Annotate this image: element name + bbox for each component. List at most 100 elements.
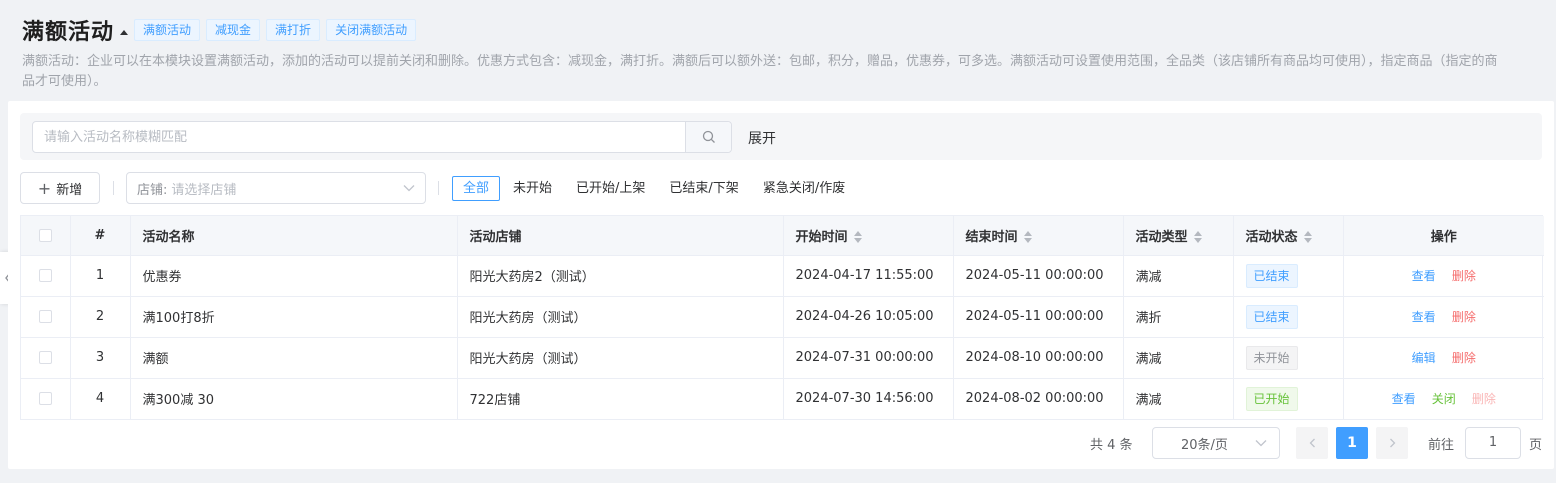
row-end: 2024-08-10 00:00:00 (953, 337, 1124, 379)
row-select-cell (21, 337, 71, 379)
row-checkbox[interactable] (38, 310, 52, 323)
filter-started[interactable]: 已开始/上架 (565, 176, 656, 201)
page-unit-label: 页 (1529, 438, 1543, 453)
page-header: 满额活动 满额活动 减现金 满打折 关闭满额活动 满额活动：企业可以在本模块设置… (0, 0, 1556, 100)
toolbar: + 新增 店铺: 请选择店铺 全部 未开始 已开始/上架 已结束/下架 紧急关闭… (20, 172, 1542, 204)
caret-up-icon[interactable] (120, 29, 129, 35)
page-title: 满额活动 (22, 20, 115, 45)
status-badge: 未开始 (1245, 345, 1298, 370)
status-badge: 已开始 (1245, 386, 1298, 411)
add-button[interactable]: + 新增 (20, 172, 100, 204)
col-end-time-label: 结束时间 (965, 229, 1018, 245)
pagination: 共 4 条 20条/页 1 前往 1 页 (8, 427, 1554, 459)
row-checkbox[interactable] (38, 392, 52, 406)
row-index: 2 (70, 296, 131, 338)
col-start-time-label: 开始时间 (795, 229, 848, 245)
sort-icon[interactable] (1023, 231, 1032, 244)
row-store: 阳光大药房（测试） (457, 296, 784, 338)
col-start-time[interactable]: 开始时间 (783, 216, 954, 256)
filter-ended[interactable]: 已结束/下架 (658, 176, 749, 201)
table-row: 2 满100打8折 阳光大药房（测试） 2024-04-26 10:05:00 … (21, 296, 1544, 338)
row-start: 2024-04-26 10:05:00 (783, 296, 954, 338)
close-button[interactable]: 关闭 (1432, 392, 1456, 406)
delete-button[interactable]: 删除 (1452, 269, 1476, 283)
row-index: 4 (70, 378, 131, 419)
select-all-checkbox[interactable] (38, 228, 52, 242)
search-panel: 展开 (20, 113, 1542, 160)
col-status-label: 活动状态 (1245, 229, 1298, 245)
row-name: 满300减 30 (130, 378, 458, 419)
store-select[interactable]: 店铺: 请选择店铺 (126, 172, 426, 204)
row-status-cell: 已开始 (1233, 378, 1344, 419)
row-index: 3 (70, 337, 131, 379)
col-type[interactable]: 活动类型 (1123, 216, 1234, 256)
view-button[interactable]: 查看 (1412, 269, 1436, 283)
row-end: 2024-08-02 00:00:00 (953, 378, 1124, 419)
view-button[interactable]: 查看 (1392, 392, 1416, 406)
store-select-placeholder: 请选择店铺 (171, 182, 237, 198)
edit-button[interactable]: 编辑 (1412, 351, 1436, 365)
tag-cash-off[interactable]: 减现金 (206, 19, 261, 41)
tag-full-activity[interactable]: 满额活动 (134, 19, 201, 41)
col-index: # (70, 216, 131, 256)
tag-discount[interactable]: 满打折 (266, 19, 321, 41)
col-end-time[interactable]: 结束时间 (953, 216, 1124, 256)
row-end: 2024-05-11 00:00:00 (953, 255, 1124, 297)
sort-icon[interactable] (1193, 231, 1202, 244)
add-button-label: 新增 (56, 182, 83, 198)
goto-page-input[interactable]: 1 (1465, 427, 1521, 459)
delete-button[interactable]: 删除 (1452, 310, 1476, 324)
row-start: 2024-04-17 11:55:00 (783, 255, 954, 297)
page-size-select[interactable]: 20条/页 (1152, 427, 1280, 459)
filter-all[interactable]: 全部 (452, 176, 501, 201)
store-select-label: 店铺: (137, 182, 168, 198)
plus-icon: + (37, 178, 52, 198)
tag-close-activity[interactable]: 关闭满额活动 (326, 19, 417, 41)
chevron-down-icon (403, 185, 415, 192)
chevron-down-icon (1255, 440, 1267, 447)
delete-button: 删除 (1471, 392, 1496, 407)
row-select-cell (21, 296, 71, 338)
col-ops: 操作 (1343, 216, 1544, 256)
col-name: 活动名称 (130, 216, 458, 256)
search-button[interactable] (685, 122, 731, 152)
row-store: 阳光大药房（测试） (457, 337, 784, 379)
row-select-cell (21, 378, 71, 419)
delete-button[interactable]: 删除 (1452, 351, 1476, 365)
row-type: 满减 (1123, 378, 1234, 419)
page-size-value: 20条/页 (1181, 437, 1228, 453)
row-type: 满减 (1123, 255, 1234, 297)
page-number-button[interactable]: 1 (1336, 427, 1368, 459)
row-start: 2024-07-31 00:00:00 (783, 337, 954, 379)
filter-closed[interactable]: 紧急关闭/作废 (752, 176, 856, 201)
activity-table: # 活动名称 活动店铺 开始时间 结束时间 活动类型 活动状态 操作 1 优惠券… (20, 215, 1544, 420)
row-name: 满额 (130, 337, 458, 379)
row-status-cell: 已结束 (1233, 255, 1344, 297)
sort-icon[interactable] (853, 231, 862, 244)
row-store: 阳光大药房2（测试） (457, 255, 784, 297)
search-box (32, 121, 732, 153)
divider (113, 181, 114, 195)
row-checkbox[interactable] (38, 351, 52, 364)
row-index: 1 (70, 255, 131, 297)
col-type-label: 活动类型 (1135, 229, 1188, 245)
prev-page-button[interactable] (1296, 427, 1328, 459)
next-page-button[interactable] (1376, 427, 1408, 459)
main-card: 展开 + 新增 店铺: 请选择店铺 全部 未开始 已开始/上架 已结束/下架 紧… (8, 101, 1554, 469)
col-status[interactable]: 活动状态 (1233, 216, 1344, 256)
sort-icon[interactable] (1303, 231, 1312, 244)
status-filter-tabs: 全部 未开始 已开始/上架 已结束/下架 紧急关闭/作废 (452, 176, 858, 201)
row-ops: 查看 关闭 删除 (1343, 378, 1544, 419)
page-description: 满额活动：企业可以在本模块设置满额活动，添加的活动可以提前关闭和删除。优惠方式包… (22, 54, 1498, 89)
row-status-cell: 已结束 (1233, 296, 1344, 338)
expand-button[interactable]: 展开 (748, 128, 776, 148)
divider (438, 181, 439, 195)
row-checkbox[interactable] (38, 269, 52, 282)
row-end: 2024-05-11 00:00:00 (953, 296, 1124, 338)
row-ops: 查看 删除 (1343, 255, 1544, 297)
filter-not-started[interactable]: 未开始 (502, 176, 563, 201)
view-button[interactable]: 查看 (1412, 310, 1436, 324)
row-status-cell: 未开始 (1233, 337, 1344, 379)
row-select-cell (21, 255, 71, 297)
search-input[interactable] (33, 122, 685, 152)
